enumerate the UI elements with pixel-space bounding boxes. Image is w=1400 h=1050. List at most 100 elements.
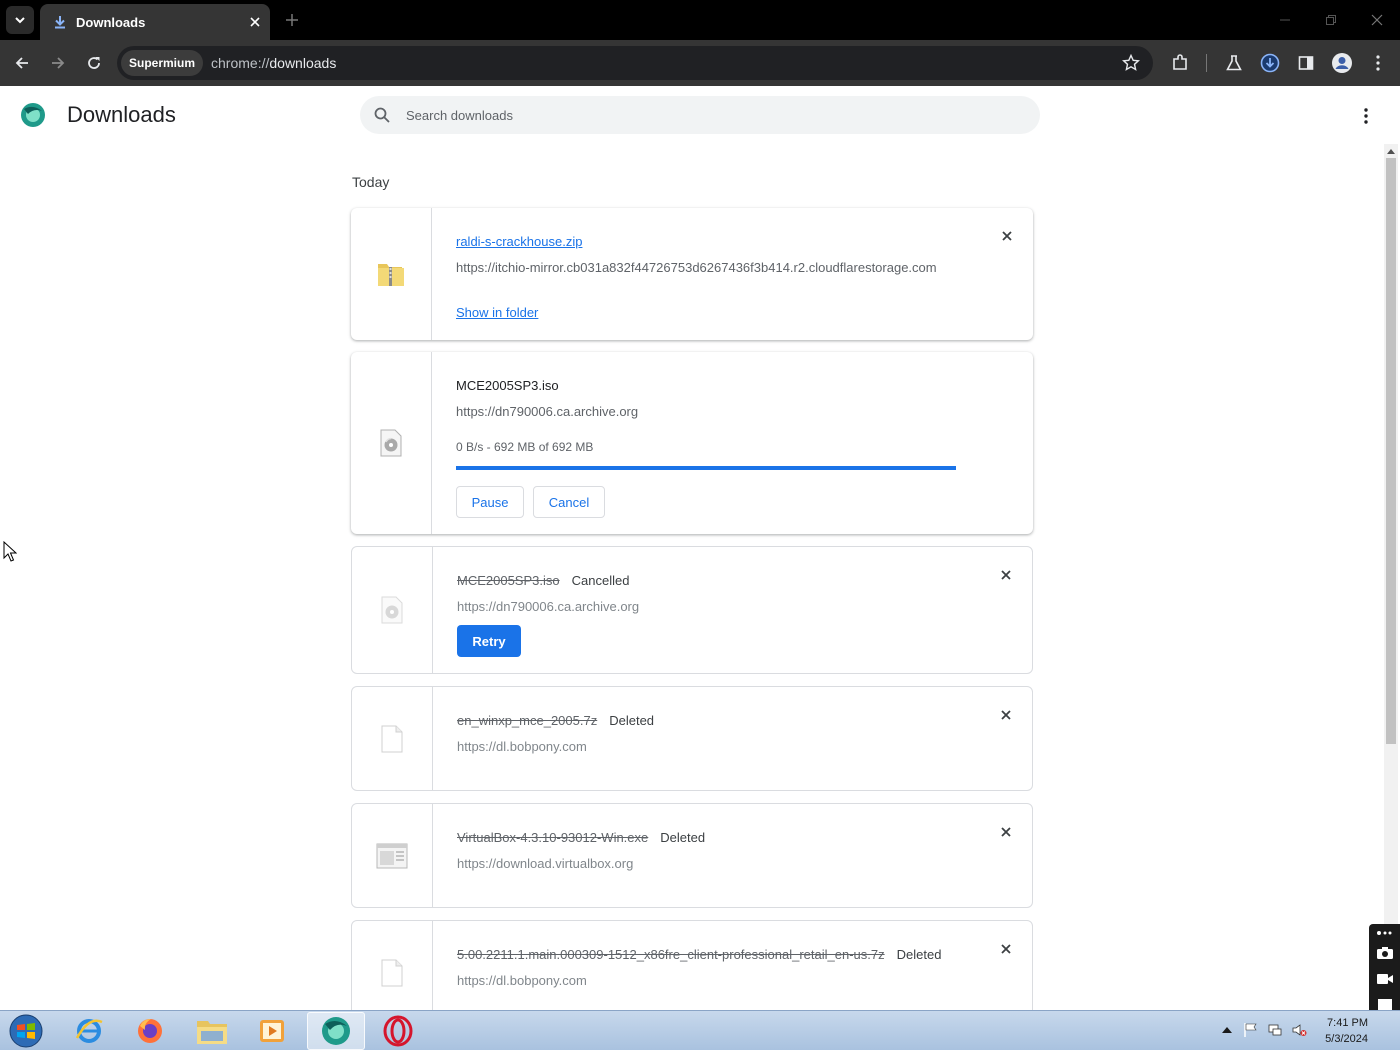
taskbar-supermium[interactable] <box>307 1012 365 1050</box>
file-url[interactable]: https://itchio-mirror.cb031a832f44726753… <box>456 260 937 275</box>
start-button[interactable] <box>6 1013 46 1049</box>
network-tray[interactable] <box>1266 1021 1284 1039</box>
origin-chip[interactable]: Supermium <box>121 50 204 76</box>
download-circle-icon <box>1260 53 1280 73</box>
download-state-tag: Deleted <box>660 830 706 845</box>
download-state-tag: Deleted <box>609 713 655 728</box>
remove-button[interactable] <box>996 705 1016 725</box>
volume-tray[interactable] <box>1290 1021 1308 1039</box>
record-button[interactable] <box>1373 968 1396 990</box>
show-hidden-icons-button[interactable] <box>1218 1021 1236 1039</box>
file-name: VirtualBox-4.3.10-93012-Win.exe Deleted <box>457 830 706 845</box>
tab-strip: Downloads <box>0 0 1400 40</box>
download-item: raldi-s-crackhouse.zip https://itchio-mi… <box>351 208 1033 340</box>
file-url[interactable]: https://dn790006.ca.archive.org <box>457 599 639 614</box>
download-item: en_winxp_mce_2005.7z Deleted https://dl.b… <box>351 686 1033 791</box>
action-center-tray[interactable] <box>1242 1021 1260 1039</box>
network-icon <box>1268 1024 1282 1036</box>
side-panel-button[interactable] <box>1292 49 1320 77</box>
file-name: 5.00.2211.1.main.000309-1512_x86fre_clie… <box>457 947 942 962</box>
system-clock[interactable]: 7:41 PM 5/3/2024 <box>1318 1015 1368 1047</box>
browser-menu-button[interactable] <box>1364 49 1392 77</box>
file-icon-column <box>352 547 433 673</box>
more-dots-icon <box>1376 931 1391 935</box>
taskbar-opera[interactable] <box>369 1012 427 1050</box>
taskbar-file-explorer[interactable] <box>183 1012 241 1050</box>
download-item: VirtualBox-4.3.10-93012-Win.exe Deleted h… <box>351 803 1033 908</box>
download-item: MCE2005SP3.iso Cancelled https://dn790006… <box>351 546 1033 674</box>
tab-search-button[interactable] <box>6 6 34 34</box>
close-icon <box>1001 827 1011 837</box>
file-url[interactable]: https://download.virtualbox.org <box>457 856 633 871</box>
file-url[interactable]: https://dl.bobpony.com <box>457 739 587 754</box>
restore-button[interactable] <box>1316 8 1346 32</box>
file-name-link[interactable]: raldi-s-crackhouse.zip <box>456 234 582 249</box>
new-tab-button[interactable] <box>280 8 304 32</box>
forward-button[interactable] <box>44 49 72 77</box>
address-bar[interactable]: Supermium chrome://downloads <box>117 46 1153 80</box>
file-url[interactable]: https://dn790006.ca.archive.org <box>456 404 638 419</box>
show-in-folder-link[interactable]: Show in folder <box>456 305 538 320</box>
pause-button[interactable]: Pause <box>456 486 524 518</box>
search-input[interactable] <box>406 107 1006 123</box>
capture-options-button[interactable] <box>1373 926 1396 940</box>
search-icon <box>372 105 392 125</box>
scroll-thumb[interactable] <box>1386 158 1396 744</box>
tab-close-button[interactable] <box>244 11 266 33</box>
taskbar-firefox[interactable] <box>121 1012 179 1050</box>
file-icon-column <box>351 208 432 340</box>
url-text[interactable]: chrome://downloads <box>211 55 336 71</box>
remove-button[interactable] <box>997 226 1017 246</box>
zip-folder-icon <box>378 264 404 286</box>
restore-icon <box>1326 15 1336 25</box>
toolbar-separator <box>1206 54 1207 72</box>
retry-button[interactable]: Retry <box>457 625 521 657</box>
remove-button[interactable] <box>996 822 1016 842</box>
profile-button[interactable] <box>1328 49 1356 77</box>
cancel-button[interactable]: Cancel <box>533 486 605 518</box>
tab-downloads[interactable]: Downloads <box>40 4 270 40</box>
scroll-up-arrow[interactable] <box>1384 144 1398 158</box>
remove-button[interactable] <box>996 565 1016 585</box>
file-icon-column <box>351 352 432 534</box>
taskbar-media-player[interactable] <box>243 1012 301 1050</box>
supermium-logo <box>20 102 46 128</box>
close-icon <box>1002 231 1012 241</box>
download-item: MCE2005SP3.iso https://dn790006.ca.archi… <box>351 352 1033 534</box>
search-bar[interactable] <box>360 96 1040 134</box>
reload-button[interactable] <box>80 49 108 77</box>
taskbar: 7:41 PM 5/3/2024 <box>0 1010 1400 1050</box>
file-url[interactable]: https://dl.bobpony.com <box>457 973 587 988</box>
taskbar-internet-explorer[interactable] <box>60 1012 118 1050</box>
labs-button[interactable] <box>1220 49 1248 77</box>
extensions-button[interactable] <box>1166 49 1194 77</box>
file-name: raldi-s-crackhouse.zip <box>456 234 582 249</box>
folder-icon <box>197 1021 227 1044</box>
close-icon <box>250 17 260 27</box>
screenshot-button[interactable] <box>1373 942 1396 964</box>
bookmark-star-button[interactable] <box>1119 51 1143 75</box>
download-icon <box>52 14 68 30</box>
internet-explorer-icon <box>75 1019 103 1043</box>
close-icon <box>1001 944 1011 954</box>
close-icon <box>1001 710 1011 720</box>
downloads-toolbar-button[interactable] <box>1256 49 1284 77</box>
download-state-tag: Deleted <box>896 947 942 962</box>
file-name: en_winxp_mce_2005.7z Deleted <box>457 713 655 728</box>
close-window-button[interactable] <box>1362 8 1392 32</box>
clock-date: 5/3/2024 <box>1325 1033 1368 1045</box>
puzzle-icon <box>1173 54 1187 70</box>
reload-icon <box>88 57 100 69</box>
chevron-down-icon <box>15 17 25 24</box>
file-icon-column <box>352 804 433 907</box>
star-icon <box>1122 54 1140 71</box>
page-menu-button[interactable] <box>1354 104 1378 128</box>
video-camera-icon <box>1376 974 1393 984</box>
firefox-icon <box>138 1019 162 1043</box>
opera-icon <box>383 1015 413 1047</box>
minimize-button[interactable] <box>1270 8 1300 32</box>
back-button[interactable] <box>8 49 36 77</box>
remove-button[interactable] <box>996 939 1016 959</box>
page-scrollbar[interactable] <box>1384 144 1398 1010</box>
date-header: Today <box>352 174 390 190</box>
